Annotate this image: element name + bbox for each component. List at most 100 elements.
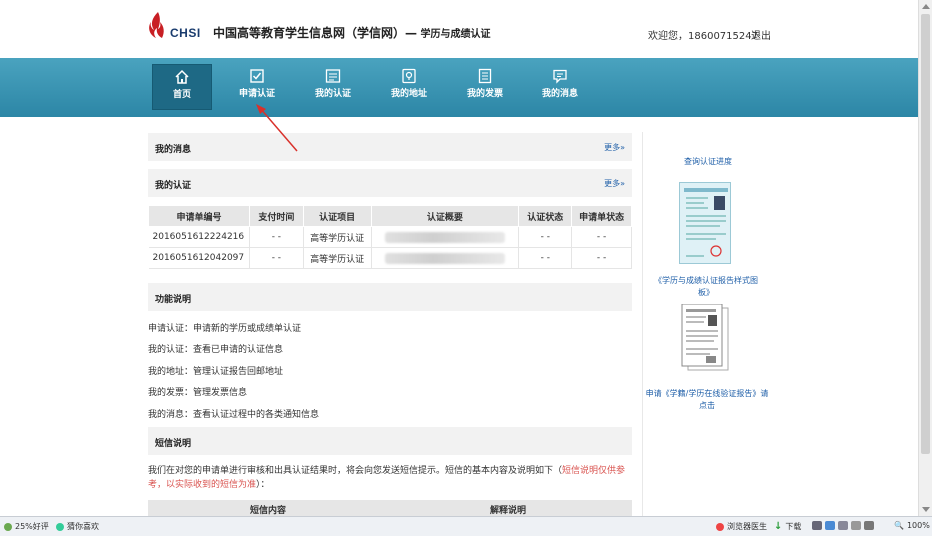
welcome-text: 欢迎您，18600715247 (648, 31, 758, 42)
nav-item-my-invoices[interactable]: 我的发票 (455, 64, 515, 110)
site-title-main: 中国高等教育学生信息网（学信网）— (213, 26, 418, 40)
sms-table-header: 短信内容 解释说明 (148, 500, 632, 516)
progress-link[interactable]: 查询认证进度 (676, 156, 740, 168)
logo-text: CHSI (170, 26, 201, 40)
online-report-image[interactable] (680, 303, 732, 372)
nav-item-apply[interactable]: 申请认证 (227, 64, 287, 110)
statusbar-tools (812, 521, 874, 530)
function-line: 我的地址：管理认证报告回邮地址 (148, 367, 284, 377)
home-icon (175, 69, 189, 84)
sms-text: 我们在对您的申请单进行审核和出具认证结果时，将会向您发送短信提示。短信的基本内容… (148, 466, 563, 476)
order-id[interactable]: 2016051612042097 (148, 247, 250, 269)
online-report-icon (681, 303, 729, 371)
apply-online-report-link[interactable]: 申请《学籍/学历在线验证报告》请点击 (644, 388, 770, 412)
certificate-sample-icon (684, 188, 728, 257)
scroll-up-icon[interactable] (922, 4, 930, 9)
col-header: 解释说明 (490, 506, 527, 516)
col-header: 申请单编号 (148, 205, 250, 227)
scroll-thumb[interactable] (921, 14, 930, 454)
location-icon (402, 68, 416, 84)
statusbar-zoom[interactable]: 🔍 100% (894, 521, 930, 530)
report-sample-image[interactable] (679, 182, 731, 264)
vertical-scrollbar[interactable] (918, 0, 932, 516)
flag-icon[interactable] (812, 521, 822, 530)
site-title: 中国高等教育学生信息网（学信网）— 学历与成绩认证 (213, 24, 491, 41)
statusbar-doctor[interactable]: 浏览器医生 (716, 521, 767, 532)
download-arrow-icon: ↓ (774, 521, 783, 532)
functions-section: 功能说明 (148, 283, 632, 311)
messages-more-link[interactable]: 更多» (604, 142, 625, 153)
cert-status: - - (518, 226, 573, 248)
main-nav: 首页 申请认证 我的认证 我的地址 我的发票 我的消息 (0, 58, 918, 117)
screenshot-icon[interactable] (851, 521, 861, 530)
function-line: 申请认证：申请新的学历或成绩单认证 (148, 324, 302, 334)
nav-item-my-messages[interactable]: 我的消息 (530, 64, 590, 110)
paid-time: - - (249, 247, 304, 269)
table-row[interactable]: 2016051612042097 - - 高等学历认证 - - - - (148, 247, 632, 269)
nav-item-my-address[interactable]: 我的地址 (379, 64, 439, 110)
flame-logo-icon (149, 12, 164, 38)
cert-summary (371, 247, 520, 269)
certificate-icon (325, 69, 341, 83)
nav-label: 首页 (172, 90, 191, 100)
message-icon (553, 69, 567, 84)
table-header-row: 申请单编号 支付时间 认证项目 认证概要 认证状态 申请单状态 (148, 205, 632, 227)
nav-label: 申请认证 (238, 89, 275, 99)
section-title: 我的消息 (155, 145, 192, 155)
checkbox-icon (250, 69, 264, 83)
redacted-summary (384, 231, 505, 243)
order-status: - - (571, 247, 632, 269)
cert-summary (371, 226, 520, 248)
col-header: 申请单状态 (571, 205, 632, 227)
report-sample-link[interactable]: 《学历与成绩认证报告样式图板》 (650, 275, 762, 299)
chsi-logo[interactable]: CHSI (148, 12, 208, 42)
site-header: CHSI 中国高等教育学生信息网（学信网）— 学历与成绩认证 欢迎您，18600… (0, 0, 918, 58)
statusbar-recommend[interactable]: 猜你喜欢 (56, 521, 99, 532)
table-row[interactable]: 2016051612224216 - - 高等学历认证 - - - - (148, 226, 632, 248)
sms-section: 短信说明 (148, 427, 632, 455)
zoom-text: 100% (906, 521, 930, 530)
recommend-text: 猜你喜欢 (67, 522, 99, 531)
paid-time: - - (249, 226, 304, 248)
download-text: 下载 (785, 522, 802, 531)
sms-description: 我们在对您的申请单进行审核和出具认证结果时，将会向您发送短信提示。短信的基本内容… (148, 464, 634, 492)
function-line: 我的消息：查看认证过程中的各类通知信息 (148, 410, 320, 420)
cert-item: 高等学历认证 (303, 226, 372, 248)
order-id[interactable]: 2016051612224216 (148, 226, 250, 248)
sms-text-end: ）： (256, 480, 270, 490)
section-title: 短信说明 (155, 439, 192, 449)
statusbar-rating[interactable]: 25%好评 (4, 521, 49, 532)
sound-icon[interactable] (864, 521, 874, 530)
redacted-summary (384, 252, 505, 264)
section-title: 功能说明 (155, 295, 192, 305)
nav-label: 我的发票 (466, 89, 503, 99)
invoice-icon (478, 68, 492, 84)
col-header: 短信内容 (250, 506, 287, 516)
browser-icon[interactable] (825, 521, 835, 530)
logout-link[interactable]: 退出 (751, 27, 771, 42)
col-header: 认证项目 (302, 205, 372, 227)
nav-item-my-certs[interactable]: 我的认证 (303, 64, 363, 110)
cert-item: 高等学历认证 (303, 247, 372, 269)
nav-item-home[interactable]: 首页 (152, 64, 212, 110)
rating-text: 25%好评 (15, 522, 49, 531)
col-header: 认证状态 (518, 205, 573, 227)
doctor-text: 浏览器医生 (727, 522, 767, 531)
doctor-icon (716, 522, 724, 531)
window-icon[interactable] (838, 521, 848, 530)
smile-icon (4, 522, 12, 531)
browser-statusbar: 25%好评 猜你喜欢 浏览器医生 ↓ 下载 🔍 100% (0, 516, 932, 536)
scroll-down-icon[interactable] (922, 507, 930, 512)
section-title: 我的认证 (155, 181, 192, 191)
statusbar-download[interactable]: ↓ 下载 (774, 521, 801, 532)
nav-label: 我的认证 (314, 89, 351, 99)
order-status: - - (571, 226, 632, 248)
nav-label: 我的消息 (541, 89, 578, 99)
certs-more-link[interactable]: 更多» (604, 178, 625, 189)
function-line: 我的发票：管理发票信息 (148, 388, 248, 398)
function-line: 我的认证：查看已申请的认证信息 (148, 345, 284, 355)
zoom-icon: 🔍 (894, 521, 904, 530)
col-header: 支付时间 (248, 205, 304, 227)
orders-table: 申请单编号 支付时间 认证项目 认证概要 认证状态 申请单状态 20160516… (148, 205, 632, 269)
col-header: 认证概要 (370, 205, 520, 227)
